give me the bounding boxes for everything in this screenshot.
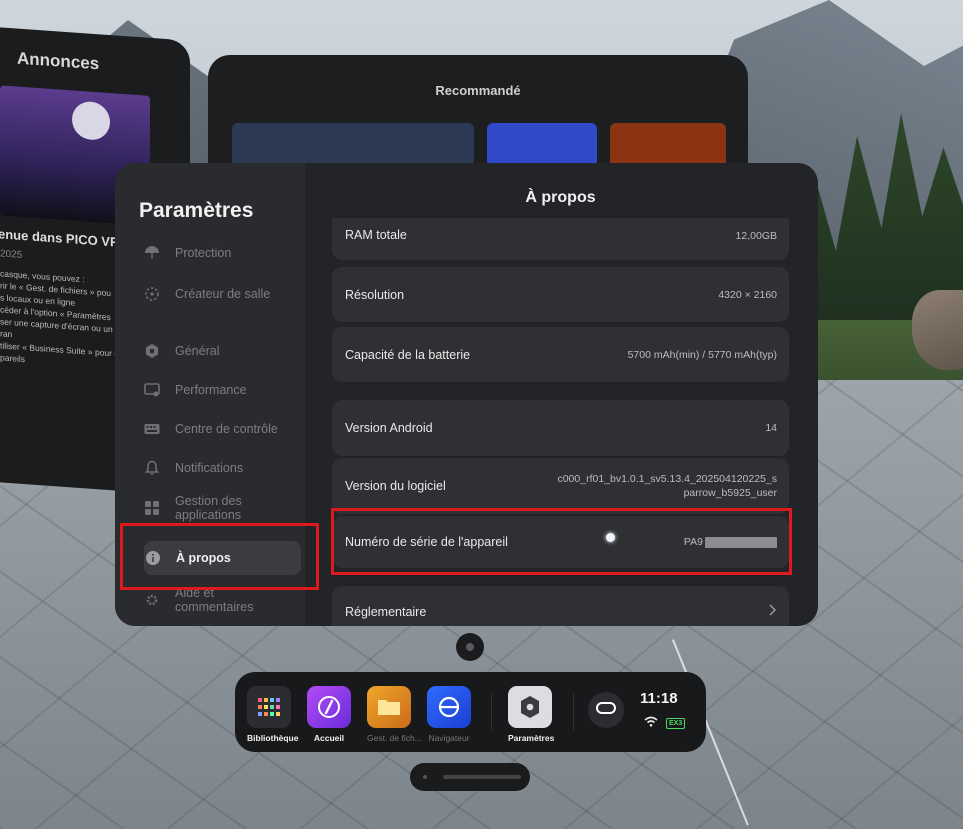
highlight-serial-row bbox=[331, 508, 792, 575]
apps-grid-icon bbox=[143, 499, 161, 517]
sidebar-item-app-management[interactable]: Gestion des applications bbox=[143, 489, 301, 527]
info-row-value: 12,00GB bbox=[735, 230, 777, 242]
info-row-value: 14 bbox=[765, 422, 777, 434]
info-row-key: RAM totale bbox=[345, 228, 407, 242]
software-version-line-2: parrow_b5925_user bbox=[683, 487, 777, 499]
gear-icon bbox=[143, 342, 161, 360]
taskbar-divider bbox=[573, 694, 574, 730]
software-version-line-1: c000_rf01_bv1.0.1_sv5.13.4_202504120225_… bbox=[557, 473, 777, 485]
announcement-date: 2025 bbox=[0, 248, 23, 261]
info-row-key: Réglementaire bbox=[345, 605, 427, 619]
taskbar-app-label: Paramètres bbox=[508, 733, 555, 743]
battery-icon: EX3 bbox=[666, 717, 686, 729]
taskbar-app-label: Gest. de fich... bbox=[367, 733, 422, 743]
info-row-key: Version du logiciel bbox=[345, 479, 446, 493]
sidebar-item-label: Créateur de salle bbox=[175, 287, 271, 301]
settings-hex-icon bbox=[508, 686, 552, 728]
info-row-software-version: Version du logiciel c000_rf01_bv1.0.1_sv… bbox=[332, 458, 789, 514]
sidebar-item-room-creator[interactable]: Créateur de salle bbox=[143, 277, 301, 311]
sidebar-item-label: Protection bbox=[175, 246, 232, 260]
taskbar-drag-handle[interactable] bbox=[410, 763, 530, 791]
sidebar-item-label: Gestion des applications bbox=[175, 494, 242, 522]
monitor-icon bbox=[143, 381, 161, 399]
announcement-heading: enue dans PICO VR bbox=[0, 226, 120, 250]
chevron-right-icon bbox=[767, 603, 777, 621]
taskbar-app-label: Bibliothèque bbox=[247, 733, 299, 743]
boundary-icon bbox=[143, 285, 161, 303]
dot-icon bbox=[466, 643, 474, 651]
moon-illustration bbox=[72, 100, 110, 142]
sidebar-item-performance[interactable]: Performance bbox=[143, 373, 301, 407]
info-row-key: Résolution bbox=[345, 287, 405, 302]
sidebar-item-label: Performance bbox=[175, 383, 247, 397]
handle-bar bbox=[443, 775, 521, 779]
window-move-button[interactable] bbox=[456, 633, 484, 661]
settings-title: Paramètres bbox=[139, 199, 254, 222]
highlight-about-nav bbox=[120, 523, 319, 590]
taskbar-app-label: Accueil bbox=[313, 733, 345, 743]
recommended-title: Recommandé bbox=[435, 83, 521, 98]
info-row-resolution: Résolution 4320 × 2160 bbox=[332, 267, 789, 322]
umbrella-icon bbox=[143, 244, 161, 262]
sidebar-item-label: Notifications bbox=[175, 461, 244, 475]
clock: 11:18 bbox=[640, 690, 678, 707]
bell-icon bbox=[143, 459, 161, 477]
sidebar-item-label: Général bbox=[175, 344, 220, 358]
taskbar-app-file-manager[interactable]: Gest. de fich... bbox=[367, 686, 422, 743]
info-row-key: Capacité de la batterie bbox=[345, 347, 471, 362]
compass-icon bbox=[307, 686, 351, 728]
wifi-icon bbox=[644, 714, 658, 732]
info-row-key: Version Android bbox=[345, 421, 433, 435]
handle-dot bbox=[423, 775, 427, 779]
headset-button[interactable] bbox=[588, 692, 624, 728]
taskbar-app-browser[interactable]: Navigateur bbox=[427, 686, 471, 743]
info-row-regulatory[interactable]: Réglementaire bbox=[332, 586, 789, 626]
info-row-value: c000_rf01_bv1.0.1_sv5.13.4_202504120225_… bbox=[557, 472, 777, 500]
taskbar: Bibliothèque Accueil Gest. de fich... Na… bbox=[235, 672, 706, 752]
sidebar-item-label: Aide et commentaires bbox=[175, 586, 254, 614]
folder-icon bbox=[367, 686, 411, 728]
page-title: À propos bbox=[525, 189, 596, 206]
taskbar-app-label: Navigateur bbox=[428, 733, 470, 743]
status-indicators[interactable]: EX3 bbox=[644, 714, 686, 732]
keyboard-icon bbox=[143, 420, 161, 438]
library-grid-icon bbox=[247, 686, 291, 728]
sidebar-item-notifications[interactable]: Notifications bbox=[143, 451, 301, 485]
taskbar-divider bbox=[491, 694, 492, 730]
info-row-value: 4320 × 2160 bbox=[718, 288, 777, 301]
help-icon bbox=[143, 591, 161, 609]
browser-icon bbox=[427, 686, 471, 728]
taskbar-app-home[interactable]: Accueil bbox=[307, 686, 351, 743]
info-row-battery-capacity: Capacité de la batterie 5700 mAh(min) / … bbox=[332, 327, 789, 382]
sidebar-item-general[interactable]: Général bbox=[143, 334, 301, 368]
sidebar-item-label: Centre de contrôle bbox=[175, 422, 278, 436]
taskbar-app-library[interactable]: Bibliothèque bbox=[247, 686, 299, 743]
sidebar-item-protection[interactable]: Protection bbox=[143, 236, 301, 270]
info-row-total-ram: RAM totale 12,00GB bbox=[332, 218, 789, 260]
announcements-title: Annonces bbox=[17, 48, 100, 74]
battery-label: EX3 bbox=[666, 717, 686, 729]
taskbar-app-settings[interactable]: Paramètres bbox=[508, 686, 555, 743]
info-row-android-version: Version Android 14 bbox=[332, 400, 789, 456]
sidebar-item-control-center[interactable]: Centre de contrôle bbox=[143, 412, 301, 446]
info-row-value: 5700 mAh(min) / 5770 mAh(typ) bbox=[627, 348, 777, 361]
vr-headset-icon bbox=[596, 701, 616, 719]
